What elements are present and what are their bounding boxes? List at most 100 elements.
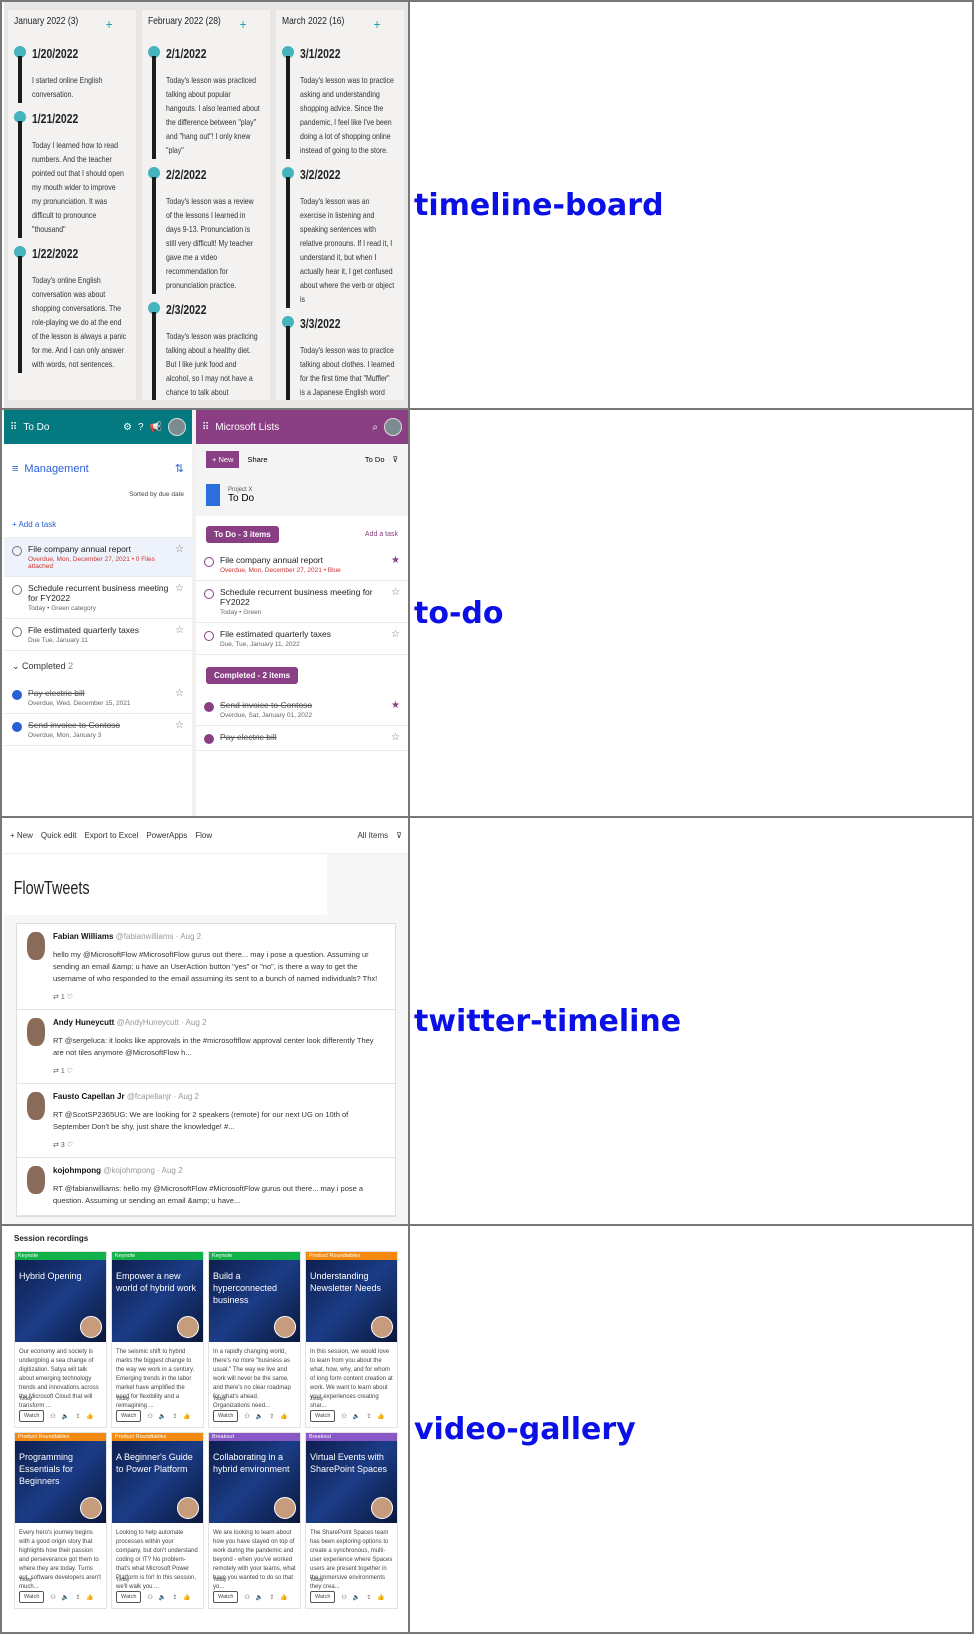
tweet-author[interactable]: Fausto Capellan Jr: [53, 1092, 125, 1101]
video-card[interactable]: Breakout Virtual Events with SharePoint S…: [305, 1432, 398, 1609]
avatar[interactable]: [384, 418, 402, 436]
star-icon[interactable]: ★: [391, 700, 400, 711]
task-row[interactable]: Schedule recurrent business meeting for …: [196, 581, 408, 623]
star-icon[interactable]: ★: [391, 555, 400, 566]
checkbox[interactable]: [204, 702, 214, 712]
timeline-entry[interactable]: 1/20/2022 I started online English conver…: [14, 46, 130, 103]
timeline-entry[interactable]: 3/2/2022 Today's lesson was an exercise i…: [282, 167, 398, 308]
heart-icon[interactable]: ♡: [67, 1142, 73, 1149]
video-card[interactable]: Product Roundtables A Beginner's Guide to…: [111, 1432, 204, 1609]
avatar[interactable]: [27, 1018, 45, 1046]
tweet[interactable]: Fausto Capellan Jr @fcapellanjr · Aug 2 R…: [17, 1084, 395, 1158]
video-thumbnail[interactable]: Empower a new world of hybrid work: [112, 1260, 203, 1342]
add-task-button[interactable]: + Add a task: [4, 512, 192, 538]
quick-edit-command[interactable]: Quick edit: [41, 831, 77, 840]
add-icon[interactable]: +: [374, 16, 381, 32]
video-card[interactable]: Product Roundtables Understanding Newslet…: [305, 1251, 398, 1428]
video-card[interactable]: Breakout Collaborating in a hybrid enviro…: [208, 1432, 301, 1609]
video-thumbnail[interactable]: Hybrid Opening: [15, 1260, 106, 1342]
task-row[interactable]: File estimated quarterly taxes Due Tue, J…: [4, 619, 192, 651]
people-icon[interactable]: ⚇: [147, 1413, 152, 1420]
view-selector[interactable]: All Items: [357, 831, 388, 840]
share-icon[interactable]: ⇪: [269, 1594, 274, 1601]
star-icon[interactable]: ☆: [391, 629, 400, 640]
avatar[interactable]: [27, 1166, 45, 1194]
filter-icon[interactable]: ⊽: [393, 455, 399, 464]
speaker-icon[interactable]: 🔈: [62, 1594, 69, 1601]
app-launcher-icon[interactable]: ⠿: [202, 422, 209, 433]
checkbox[interactable]: [12, 722, 22, 732]
like-icon[interactable]: 👍: [377, 1594, 384, 1601]
video-thumbnail[interactable]: Understanding Newsletter Needs: [306, 1260, 397, 1342]
video-card[interactable]: Product Roundtables Programming Essential…: [14, 1432, 107, 1609]
completed-toggle[interactable]: ⌄ Completed 2: [4, 651, 192, 682]
add-icon[interactable]: +: [240, 16, 247, 32]
star-icon[interactable]: ☆: [175, 583, 184, 594]
settings-icon[interactable]: ⚙: [123, 422, 132, 433]
avatar[interactable]: [27, 932, 45, 960]
star-icon[interactable]: ☆: [175, 688, 184, 699]
video-card[interactable]: Keynote Empower a new world of hybrid wor…: [111, 1251, 204, 1428]
like-icon[interactable]: 👍: [86, 1594, 93, 1601]
timeline-entry[interactable]: 2/1/2022 Today's lesson was practiced tal…: [148, 46, 264, 159]
star-icon[interactable]: ☆: [175, 720, 184, 731]
retweet-icon[interactable]: ⇄: [53, 994, 61, 1001]
speaker-icon[interactable]: 🔈: [353, 1594, 360, 1601]
speaker-icon[interactable]: 🔈: [353, 1413, 360, 1420]
video-thumbnail[interactable]: Collaborating in a hybrid environment: [209, 1441, 300, 1523]
task-row[interactable]: File estimated quarterly taxes Due, Tue, …: [196, 623, 408, 655]
people-icon[interactable]: ⚇: [244, 1594, 249, 1601]
watch-button[interactable]: Watch: [213, 1410, 239, 1422]
timeline-entry[interactable]: 2/3/2022 Today's lesson was practicing ta…: [148, 302, 264, 400]
checkbox[interactable]: [204, 734, 214, 744]
task-row[interactable]: Pay electric bill ☆: [196, 726, 408, 751]
watch-button[interactable]: Watch: [116, 1410, 142, 1422]
people-icon[interactable]: ⚇: [50, 1413, 55, 1420]
tweet[interactable]: Fabian Williams @fabianwilliams · Aug 2 h…: [17, 924, 395, 1010]
like-icon[interactable]: 👍: [183, 1413, 190, 1420]
checkbox[interactable]: [204, 557, 214, 567]
share-icon[interactable]: ⇪: [269, 1413, 274, 1420]
checkbox[interactable]: [204, 589, 214, 599]
new-button[interactable]: + New: [206, 450, 240, 468]
speaker-icon[interactable]: 🔈: [62, 1413, 69, 1420]
task-row[interactable]: File company annual report Overdue, Mon, …: [4, 538, 192, 577]
add-task-button[interactable]: Add a task: [365, 531, 398, 538]
sort-icon[interactable]: ⇅: [175, 462, 184, 475]
people-icon[interactable]: ⚇: [341, 1413, 346, 1420]
retweet-icon[interactable]: ⇄: [53, 1068, 61, 1075]
like-icon[interactable]: 👍: [86, 1413, 93, 1420]
speaker-icon[interactable]: 🔈: [256, 1594, 263, 1601]
checkbox[interactable]: [12, 627, 22, 637]
share-button[interactable]: Share: [247, 455, 267, 464]
tweet-author[interactable]: kojohmpong: [53, 1166, 101, 1175]
timeline-entry[interactable]: 1/21/2022 Today I learned how to read num…: [14, 111, 130, 238]
megaphone-icon[interactable]: 📢: [150, 422, 162, 433]
group-header[interactable]: Completed - 2 items: [206, 667, 299, 684]
video-thumbnail[interactable]: A Beginner's Guide to Power Platform: [112, 1441, 203, 1523]
task-row[interactable]: Send invoice to Contoso Overdue, Mon, Jan…: [4, 714, 192, 746]
speaker-icon[interactable]: 🔈: [256, 1413, 263, 1420]
menu-icon[interactable]: ≡: [12, 463, 18, 475]
powerapps-command[interactable]: PowerApps: [146, 831, 187, 840]
new-command[interactable]: + New: [10, 831, 33, 840]
star-icon[interactable]: ☆: [391, 587, 400, 598]
watch-button[interactable]: Watch: [19, 1410, 45, 1422]
share-icon[interactable]: ⇪: [172, 1594, 177, 1601]
tweet-author[interactable]: Fabian Williams: [53, 932, 113, 941]
video-thumbnail[interactable]: Programming Essentials for Beginners: [15, 1441, 106, 1523]
add-icon[interactable]: +: [106, 16, 113, 32]
share-icon[interactable]: ⇪: [366, 1594, 371, 1601]
people-icon[interactable]: ⚇: [147, 1594, 152, 1601]
task-row[interactable]: Send invoice to Contoso Overdue, Sat, Jan…: [196, 694, 408, 726]
watch-button[interactable]: Watch: [310, 1591, 336, 1603]
watch-button[interactable]: Watch: [213, 1591, 239, 1603]
task-row[interactable]: Pay electric bill Overdue, Wed, December …: [4, 682, 192, 714]
filter-icon[interactable]: ⊽: [396, 831, 402, 840]
share-icon[interactable]: ⇪: [75, 1413, 80, 1420]
checkbox[interactable]: [204, 631, 214, 641]
watch-button[interactable]: Watch: [310, 1410, 336, 1422]
like-icon[interactable]: 👍: [377, 1413, 384, 1420]
tweet-author[interactable]: Andy Huneycutt: [53, 1018, 114, 1027]
speaker-icon[interactable]: 🔈: [159, 1594, 166, 1601]
